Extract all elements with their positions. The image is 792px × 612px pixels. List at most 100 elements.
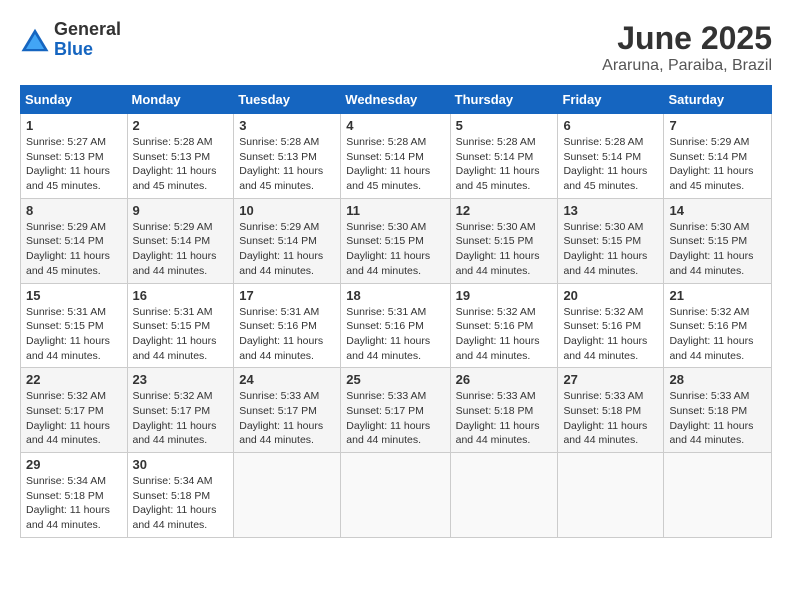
day-number: 23 [133,372,229,387]
day-number: 15 [26,288,122,303]
day-info: Sunrise: 5:33 AM Sunset: 5:18 PM Dayligh… [563,389,658,448]
sunset-label: Sunset: 5:14 PM [563,151,641,163]
title-block: June 2025 Araruna, Paraiba, Brazil [602,20,772,75]
daylight-label: Daylight: 11 hours and 44 minutes. [563,335,647,362]
sunrise-label: Sunrise: 5:28 AM [133,136,213,148]
daylight-label: Daylight: 11 hours and 45 minutes. [669,165,753,192]
header-tuesday: Tuesday [234,86,341,114]
logo-blue: Blue [54,40,121,60]
day-info: Sunrise: 5:30 AM Sunset: 5:15 PM Dayligh… [563,220,658,279]
daylight-label: Daylight: 11 hours and 44 minutes. [346,250,430,277]
sunrise-label: Sunrise: 5:29 AM [26,221,106,233]
sunset-label: Sunset: 5:17 PM [346,405,424,417]
daylight-label: Daylight: 11 hours and 44 minutes. [563,420,647,447]
day-info: Sunrise: 5:29 AM Sunset: 5:14 PM Dayligh… [133,220,229,279]
sunset-label: Sunset: 5:15 PM [456,235,534,247]
sunset-label: Sunset: 5:14 PM [346,151,424,163]
sunset-label: Sunset: 5:18 PM [133,490,211,502]
day-number: 24 [239,372,335,387]
logo-general: General [54,20,121,40]
calendar-cell: 18 Sunrise: 5:31 AM Sunset: 5:16 PM Dayl… [341,283,450,368]
sunrise-label: Sunrise: 5:31 AM [133,306,213,318]
sunrise-label: Sunrise: 5:30 AM [456,221,536,233]
sunrise-label: Sunrise: 5:32 AM [563,306,643,318]
calendar-cell: 7 Sunrise: 5:29 AM Sunset: 5:14 PM Dayli… [664,114,772,199]
sunrise-label: Sunrise: 5:32 AM [26,390,106,402]
day-number: 26 [456,372,553,387]
sunset-label: Sunset: 5:18 PM [669,405,747,417]
daylight-label: Daylight: 11 hours and 45 minutes. [26,250,110,277]
week-row-3: 15 Sunrise: 5:31 AM Sunset: 5:15 PM Dayl… [21,283,772,368]
calendar-cell: 12 Sunrise: 5:30 AM Sunset: 5:15 PM Dayl… [450,198,558,283]
calendar-cell: 28 Sunrise: 5:33 AM Sunset: 5:18 PM Dayl… [664,368,772,453]
daylight-label: Daylight: 11 hours and 45 minutes. [133,165,217,192]
calendar-cell: 14 Sunrise: 5:30 AM Sunset: 5:15 PM Dayl… [664,198,772,283]
sunset-label: Sunset: 5:14 PM [669,151,747,163]
day-number: 4 [346,118,444,133]
day-number: 22 [26,372,122,387]
day-number: 5 [456,118,553,133]
sunrise-label: Sunrise: 5:32 AM [669,306,749,318]
sunrise-label: Sunrise: 5:29 AM [669,136,749,148]
sunset-label: Sunset: 5:17 PM [26,405,104,417]
day-number: 18 [346,288,444,303]
day-info: Sunrise: 5:32 AM Sunset: 5:16 PM Dayligh… [669,305,766,364]
daylight-label: Daylight: 11 hours and 45 minutes. [563,165,647,192]
day-info: Sunrise: 5:33 AM Sunset: 5:18 PM Dayligh… [669,389,766,448]
sunset-label: Sunset: 5:18 PM [26,490,104,502]
sunset-label: Sunset: 5:16 PM [239,320,317,332]
sunset-label: Sunset: 5:14 PM [26,235,104,247]
sunset-label: Sunset: 5:15 PM [563,235,641,247]
location-title: Araruna, Paraiba, Brazil [602,57,772,75]
day-info: Sunrise: 5:31 AM Sunset: 5:16 PM Dayligh… [239,305,335,364]
header-monday: Monday [127,86,234,114]
calendar-cell: 5 Sunrise: 5:28 AM Sunset: 5:14 PM Dayli… [450,114,558,199]
day-info: Sunrise: 5:32 AM Sunset: 5:17 PM Dayligh… [133,389,229,448]
day-number: 20 [563,288,658,303]
page-header: General Blue June 2025 Araruna, Paraiba,… [20,20,772,75]
calendar-table: SundayMondayTuesdayWednesdayThursdayFrid… [20,85,772,538]
daylight-label: Daylight: 11 hours and 44 minutes. [456,250,540,277]
sunset-label: Sunset: 5:13 PM [239,151,317,163]
calendar-cell: 22 Sunrise: 5:32 AM Sunset: 5:17 PM Dayl… [21,368,128,453]
calendar-cell: 27 Sunrise: 5:33 AM Sunset: 5:18 PM Dayl… [558,368,664,453]
day-number: 28 [669,372,766,387]
sunset-label: Sunset: 5:16 PM [669,320,747,332]
day-info: Sunrise: 5:28 AM Sunset: 5:14 PM Dayligh… [563,135,658,194]
week-row-1: 1 Sunrise: 5:27 AM Sunset: 5:13 PM Dayli… [21,114,772,199]
calendar-cell: 13 Sunrise: 5:30 AM Sunset: 5:15 PM Dayl… [558,198,664,283]
day-number: 7 [669,118,766,133]
day-info: Sunrise: 5:30 AM Sunset: 5:15 PM Dayligh… [346,220,444,279]
day-number: 3 [239,118,335,133]
day-number: 9 [133,203,229,218]
sunset-label: Sunset: 5:17 PM [239,405,317,417]
sunrise-label: Sunrise: 5:31 AM [346,306,426,318]
calendar-cell: 6 Sunrise: 5:28 AM Sunset: 5:14 PM Dayli… [558,114,664,199]
sunset-label: Sunset: 5:17 PM [133,405,211,417]
daylight-label: Daylight: 11 hours and 44 minutes. [669,250,753,277]
sunset-label: Sunset: 5:14 PM [239,235,317,247]
calendar-cell: 24 Sunrise: 5:33 AM Sunset: 5:17 PM Dayl… [234,368,341,453]
daylight-label: Daylight: 11 hours and 45 minutes. [239,165,323,192]
day-number: 21 [669,288,766,303]
day-info: Sunrise: 5:29 AM Sunset: 5:14 PM Dayligh… [26,220,122,279]
daylight-label: Daylight: 11 hours and 44 minutes. [669,420,753,447]
header-thursday: Thursday [450,86,558,114]
sunrise-label: Sunrise: 5:31 AM [239,306,319,318]
daylight-label: Daylight: 11 hours and 44 minutes. [239,335,323,362]
day-number: 25 [346,372,444,387]
day-info: Sunrise: 5:29 AM Sunset: 5:14 PM Dayligh… [669,135,766,194]
calendar-cell: 3 Sunrise: 5:28 AM Sunset: 5:13 PM Dayli… [234,114,341,199]
sunrise-label: Sunrise: 5:30 AM [669,221,749,233]
day-info: Sunrise: 5:30 AM Sunset: 5:15 PM Dayligh… [669,220,766,279]
day-number: 27 [563,372,658,387]
sunrise-label: Sunrise: 5:34 AM [26,475,106,487]
daylight-label: Daylight: 11 hours and 44 minutes. [26,420,110,447]
day-info: Sunrise: 5:29 AM Sunset: 5:14 PM Dayligh… [239,220,335,279]
logo: General Blue [20,20,121,60]
day-number: 19 [456,288,553,303]
day-info: Sunrise: 5:33 AM Sunset: 5:17 PM Dayligh… [346,389,444,448]
sunset-label: Sunset: 5:16 PM [456,320,534,332]
logo-icon [20,25,50,55]
calendar-cell [558,453,664,538]
